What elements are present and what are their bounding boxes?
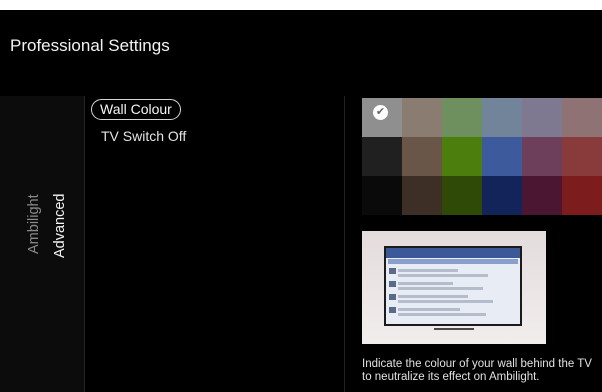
colour-swatch[interactable] xyxy=(442,137,482,176)
colour-swatch[interactable] xyxy=(402,176,442,215)
colour-swatch[interactable] xyxy=(562,98,602,137)
tv-ui: Professional Settings Ambilight Advanced… xyxy=(0,10,602,392)
colour-swatch-grid: ✔ xyxy=(362,98,602,215)
colour-swatch[interactable] xyxy=(522,176,562,215)
colour-swatch[interactable]: ✔ xyxy=(362,98,402,137)
menu-item-tv-switch-off[interactable]: TV Switch Off xyxy=(101,128,186,144)
tv-preview-icon xyxy=(384,246,522,326)
colour-swatch[interactable] xyxy=(522,137,562,176)
page-title: Professional Settings xyxy=(10,36,170,55)
help-text: Indicate the colour of your wall behind … xyxy=(362,358,592,383)
colour-swatch[interactable] xyxy=(442,98,482,137)
colour-swatch[interactable] xyxy=(402,98,442,137)
side-tabs: Ambilight Advanced xyxy=(0,96,84,392)
colour-swatch[interactable] xyxy=(522,98,562,137)
tab-advanced[interactable]: Advanced xyxy=(52,194,68,259)
colour-swatch[interactable] xyxy=(362,137,402,176)
checkmark-icon: ✔ xyxy=(373,105,388,120)
colour-swatch[interactable] xyxy=(482,176,522,215)
colour-swatch[interactable] xyxy=(562,137,602,176)
wall-preview-image xyxy=(362,231,546,344)
divider xyxy=(344,96,345,392)
colour-swatch[interactable] xyxy=(482,137,522,176)
divider xyxy=(84,96,85,392)
colour-swatch[interactable] xyxy=(562,176,602,215)
colour-swatch[interactable] xyxy=(442,176,482,215)
colour-swatch[interactable] xyxy=(362,176,402,215)
screen: Professional Settings Ambilight Advanced… xyxy=(0,0,602,392)
colour-swatch[interactable] xyxy=(402,137,442,176)
menu-item-wall-colour[interactable]: Wall Colour xyxy=(91,99,181,120)
tab-ambilight[interactable]: Ambilight xyxy=(26,194,42,254)
colour-swatch[interactable] xyxy=(482,98,522,137)
